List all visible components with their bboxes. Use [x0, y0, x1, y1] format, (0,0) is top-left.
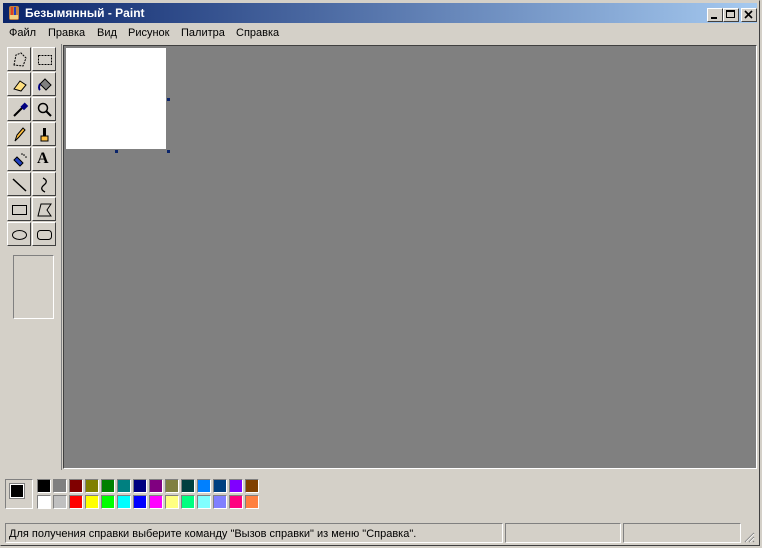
palette-swatch[interactable]	[213, 479, 227, 493]
tool-free-select[interactable]	[7, 47, 31, 71]
maximize-button[interactable]	[723, 8, 739, 22]
tool-airbrush[interactable]	[7, 147, 31, 171]
rectangle-icon	[12, 205, 27, 215]
curve-icon	[41, 177, 47, 193]
ellipse-icon	[12, 230, 27, 240]
status-help-text: Для получения справки выберите команду "…	[9, 528, 417, 540]
tool-fill[interactable]	[32, 72, 56, 96]
tool-rect-select[interactable]	[32, 47, 56, 71]
palette-swatch[interactable]	[37, 495, 51, 509]
maximize-icon	[726, 10, 735, 18]
tool-rounded-rect[interactable]	[32, 222, 56, 246]
menu-help[interactable]: Справка	[236, 27, 279, 39]
close-icon	[744, 10, 753, 19]
menu-view[interactable]: Вид	[97, 27, 117, 39]
menu-bar: Файл Правка Вид Рисунок Палитра Справка	[3, 24, 757, 43]
palette-swatch[interactable]	[229, 479, 243, 493]
drawing-workspace	[63, 45, 757, 469]
minimize-icon	[711, 17, 717, 19]
tool-eraser[interactable]	[7, 72, 31, 96]
status-help-panel: Для получения справки выберите команду "…	[5, 523, 503, 543]
palette-swatch[interactable]	[197, 479, 211, 493]
resize-handle-corner[interactable]	[167, 150, 170, 153]
tool-line[interactable]	[7, 172, 31, 196]
fill-bucket-icon	[38, 78, 52, 91]
current-colors[interactable]	[5, 479, 33, 509]
palette-swatch[interactable]	[53, 479, 67, 493]
menu-colors[interactable]: Палитра	[181, 27, 225, 39]
tool-brush[interactable]	[32, 122, 56, 146]
palette-swatch[interactable]	[101, 495, 115, 509]
palette-swatch[interactable]	[197, 495, 211, 509]
palette-swatch[interactable]	[245, 495, 259, 509]
palette-swatch[interactable]	[213, 495, 227, 509]
minimize-button[interactable]	[707, 8, 723, 22]
tool-box: A	[3, 44, 62, 470]
free-select-icon	[13, 52, 27, 67]
paint-app-icon	[9, 6, 19, 20]
tool-magnifier[interactable]	[32, 97, 56, 121]
palette-swatch[interactable]	[37, 479, 51, 493]
pencil-icon	[14, 127, 26, 142]
tool-rectangle[interactable]	[7, 197, 31, 221]
rounded-rect-icon	[37, 230, 52, 240]
palette-swatch[interactable]	[69, 479, 83, 493]
palette-swatch[interactable]	[117, 495, 131, 509]
palette-swatch[interactable]	[101, 479, 115, 493]
drawing-canvas[interactable]	[66, 48, 166, 149]
status-coords-panel	[505, 523, 621, 543]
palette-swatch[interactable]	[181, 479, 195, 493]
title-bar[interactable]: Безымянный - Paint	[3, 3, 757, 23]
palette-swatch[interactable]	[85, 479, 99, 493]
resize-handle-right[interactable]	[167, 98, 170, 101]
tool-options-box[interactable]	[13, 255, 54, 319]
palette-swatch[interactable]	[69, 495, 83, 509]
palette-swatch[interactable]	[133, 479, 147, 493]
airbrush-icon	[13, 153, 27, 167]
palette-swatch[interactable]	[181, 495, 195, 509]
resize-grip-icon[interactable]	[743, 531, 755, 543]
close-button[interactable]	[741, 8, 757, 22]
resize-handle-bottom[interactable]	[115, 150, 118, 153]
color-palette	[3, 471, 757, 521]
palette-swatch[interactable]	[149, 495, 163, 509]
polygon-icon	[37, 203, 52, 217]
palette-swatch[interactable]	[149, 479, 163, 493]
brush-icon	[40, 128, 49, 142]
eraser-icon	[13, 80, 27, 92]
status-bar: Для получения справки выберите команду "…	[3, 523, 757, 545]
palette-swatch[interactable]	[165, 479, 179, 493]
tool-color-picker[interactable]	[7, 97, 31, 121]
palette-swatch[interactable]	[245, 479, 259, 493]
tool-text[interactable]: A	[32, 147, 56, 171]
palette-swatch[interactable]	[229, 495, 243, 509]
tool-curve[interactable]	[32, 172, 56, 196]
palette-swatch[interactable]	[53, 495, 67, 509]
palette-swatch[interactable]	[165, 495, 179, 509]
rect-select-icon	[38, 55, 52, 65]
magnifier-icon	[37, 102, 52, 117]
palette-swatch[interactable]	[85, 495, 99, 509]
text-tool-icon: A	[37, 150, 49, 167]
foreground-color	[9, 483, 25, 499]
menu-image[interactable]: Рисунок	[128, 27, 170, 39]
color-picker-icon	[13, 102, 29, 117]
menu-edit[interactable]: Правка	[48, 27, 85, 39]
paint-window: Безымянный - Paint Файл Правка Вид Рисун…	[0, 0, 760, 546]
tool-pencil[interactable]	[7, 122, 31, 146]
menu-file[interactable]: Файл	[9, 27, 36, 39]
line-icon	[12, 178, 27, 192]
tool-polygon[interactable]	[32, 197, 56, 221]
status-size-panel	[623, 523, 741, 543]
window-title: Безымянный - Paint	[25, 6, 145, 20]
tool-ellipse[interactable]	[7, 222, 31, 246]
palette-swatch[interactable]	[117, 479, 131, 493]
palette-swatch[interactable]	[133, 495, 147, 509]
